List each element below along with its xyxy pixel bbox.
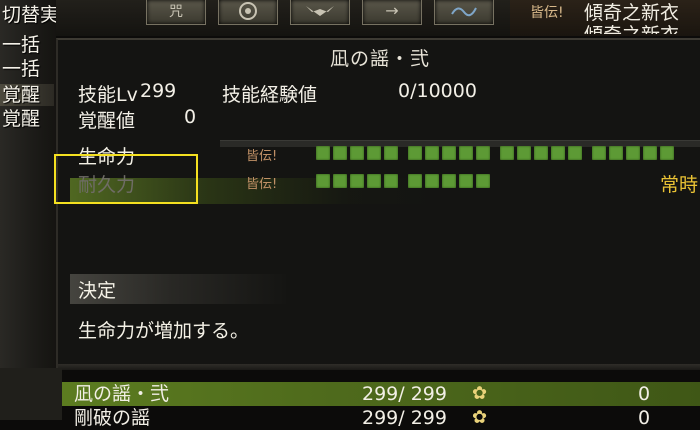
stat-pips-vitality bbox=[316, 146, 674, 160]
skill-list: 凪の謡・弐 299/ 299 ✿ 0 剛破の謡 299/ 299 ✿ 0 bbox=[62, 374, 700, 429]
left-bottom-bg bbox=[0, 368, 62, 420]
stat-pip bbox=[476, 174, 490, 188]
stat-pip bbox=[350, 146, 364, 160]
stat-pip bbox=[609, 146, 623, 160]
tomoe-icon[interactable] bbox=[218, 0, 278, 25]
stat-pip bbox=[442, 174, 456, 188]
stat-pip bbox=[534, 146, 548, 160]
stat-pip bbox=[408, 174, 422, 188]
svg-text:咒: 咒 bbox=[169, 4, 183, 20]
stat-pip bbox=[500, 146, 514, 160]
wave-icon[interactable] bbox=[434, 0, 494, 25]
stat-pips-endurance bbox=[316, 174, 490, 188]
skill-detail-panel: 凪の謡・弐 技能Lv 299 技能経験値 0/10000 覚醒値 0 生命力 皆… bbox=[54, 38, 700, 370]
stat-pip bbox=[425, 146, 439, 160]
stat-pip bbox=[626, 146, 640, 160]
skill-lv-label: 技能Lv bbox=[78, 84, 138, 106]
list-item-name: 剛破の謡 bbox=[74, 407, 151, 429]
stat-tag-always: 常時 bbox=[660, 174, 699, 196]
stat-pip bbox=[316, 146, 330, 160]
stat-pip bbox=[643, 146, 657, 160]
left-menu-item-bulk-1[interactable]: 一括 bbox=[2, 34, 40, 56]
equipment-kaiden-badge: 皆伝! bbox=[530, 5, 564, 21]
stat-pip bbox=[592, 146, 606, 160]
stat-pip bbox=[384, 146, 398, 160]
left-menu-item-bulk-2[interactable]: 一括 bbox=[2, 58, 40, 80]
stat-pip bbox=[551, 146, 565, 160]
stat-pip bbox=[367, 174, 381, 188]
stat-pip bbox=[316, 174, 330, 188]
stat-pip bbox=[459, 146, 473, 160]
awaken-value: 0 bbox=[184, 106, 197, 128]
stat-kaiden-endurance: 皆伝! bbox=[246, 177, 278, 192]
stat-pip bbox=[660, 146, 674, 160]
arrow-right-icon[interactable]: → bbox=[362, 0, 422, 25]
skill-lv-value: 299 bbox=[140, 80, 177, 102]
stat-pip bbox=[333, 146, 347, 160]
equipment-header: 皆伝! 傾奇之新衣 傾奇之新衣 bbox=[510, 0, 700, 36]
stat-pip bbox=[425, 174, 439, 188]
skill-exp-label: 技能経験値 bbox=[222, 84, 318, 106]
top-bar: 咒 → 皆伝! 傾奇之新衣 傾奇之新衣 bbox=[56, 0, 700, 36]
skill-exp-value: 0/10000 bbox=[398, 80, 477, 102]
list-item-value: 0 bbox=[638, 383, 651, 405]
stat-pip bbox=[350, 174, 364, 188]
highlight-box bbox=[54, 154, 198, 204]
stat-pip bbox=[367, 146, 381, 160]
skill-description: 生命力が増加する。 bbox=[78, 320, 250, 342]
left-menu-item-awaken-1[interactable]: 覚醒 bbox=[0, 84, 54, 106]
list-item[interactable]: 剛破の謡 299/ 299 ✿ 0 bbox=[62, 406, 700, 430]
list-item-lv: 299/ 299 bbox=[362, 383, 447, 405]
stat-pip bbox=[459, 174, 473, 188]
left-menu: 切替実装 一括 一括 覚醒 覚醒 bbox=[0, 0, 78, 420]
bat-wing-icon[interactable] bbox=[290, 0, 350, 25]
decide-label[interactable]: 決定 bbox=[78, 276, 116, 303]
list-item-name: 凪の謡・弐 bbox=[74, 383, 170, 405]
stat-pip bbox=[476, 146, 490, 160]
stat-pip bbox=[568, 146, 582, 160]
panel-bottom-border bbox=[58, 364, 700, 370]
stat-pip bbox=[517, 146, 531, 160]
list-item[interactable]: 凪の謡・弐 299/ 299 ✿ 0 bbox=[62, 382, 700, 406]
stat-pip bbox=[333, 174, 347, 188]
stat-pip bbox=[442, 146, 456, 160]
stat-pip bbox=[384, 174, 398, 188]
list-item-lv: 299/ 299 bbox=[362, 407, 447, 429]
equipment-name-2[interactable]: 傾奇之新衣 bbox=[584, 20, 679, 34]
stat-pip bbox=[408, 146, 422, 160]
stat-kaiden-vitality: 皆伝! bbox=[246, 149, 278, 164]
left-menu-item-awaken-2[interactable]: 覚醒 bbox=[2, 108, 40, 130]
decide-band bbox=[70, 274, 470, 304]
list-item-value: 0 bbox=[638, 407, 651, 429]
sakura-icon: ✿ bbox=[472, 407, 488, 428]
awaken-label: 覚醒値 bbox=[78, 110, 136, 132]
curse-skill-icon[interactable]: 咒 bbox=[146, 0, 206, 25]
sakura-icon: ✿ bbox=[472, 383, 488, 404]
panel-title: 凪の謡・弐 bbox=[329, 48, 430, 70]
